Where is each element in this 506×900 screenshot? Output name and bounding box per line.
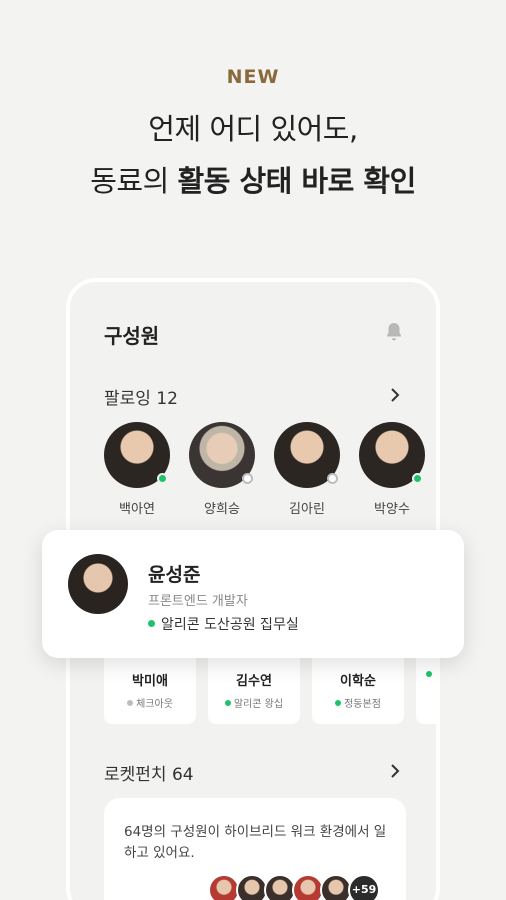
member-name: 김수연: [236, 674, 272, 689]
screen-title: 구성원: [104, 324, 160, 348]
status-dot: [426, 671, 432, 677]
member-tile[interactable]: [416, 652, 436, 724]
online-status-dot: [412, 473, 423, 484]
person-name: 김아린: [289, 502, 325, 517]
following-list: 백아연 양희승 김아린 박양수: [104, 422, 434, 522]
online-status-dot: [157, 473, 168, 484]
member-status: 체크아웃: [104, 695, 196, 710]
online-status-dot: [148, 620, 155, 627]
avatar: [189, 422, 255, 488]
member-tile[interactable]: 김수연 알리콘 왕십: [208, 652, 300, 724]
member-status-text: 체크아웃: [136, 699, 173, 710]
member-name: 박미애: [132, 674, 168, 689]
avatar: [68, 554, 128, 614]
member-status-text: 정동본점: [344, 699, 381, 710]
member-name: 이학순: [340, 674, 376, 689]
avatar-stack: +59: [208, 874, 408, 900]
chevron-right-icon[interactable]: [386, 386, 404, 404]
status-dot: [335, 700, 342, 706]
member-tiles: 박미애 체크아웃 김수연 알리콘 왕십 이학순 정동본점: [104, 652, 436, 726]
hero-headline-line2: 동료의 활동 상태 바로 확인: [0, 158, 506, 200]
following-person[interactable]: 박양수: [359, 422, 425, 517]
avatar: [274, 422, 340, 488]
offline-status-dot: [242, 473, 253, 484]
profile-name: 윤성준: [148, 564, 201, 586]
following-section-title[interactable]: 팔로잉 12: [104, 384, 178, 409]
member-tile[interactable]: 이학순 정동본점: [312, 652, 404, 724]
avatar: [359, 422, 425, 488]
avatar: [104, 422, 170, 488]
person-name: 박양수: [374, 502, 410, 517]
member-status-text: 알리콘 왕십: [233, 699, 284, 710]
profile-location: 알리콘 도산공원 집무실: [148, 614, 299, 634]
hybrid-work-description: 64명의 구성원이 하이브리드 워크 환경에서 일하고 있어요.: [124, 824, 387, 861]
status-dot: [224, 700, 231, 706]
bell-icon[interactable]: [382, 320, 406, 344]
person-name: 양희승: [204, 502, 240, 517]
profile-location-text: 알리콘 도산공원 집무실: [161, 617, 299, 633]
hero-headline-prefix: 동료의: [90, 164, 178, 198]
hybrid-work-card[interactable]: 64명의 구성원이 하이브리드 워크 환경에서 일하고 있어요. +59: [104, 798, 406, 900]
following-person[interactable]: 백아연: [104, 422, 170, 517]
hero-headline-line1: 언제 어디 있어도,: [148, 112, 358, 146]
rocketpunch-section-title[interactable]: 로켓펀치 64: [104, 760, 194, 785]
member-status: [416, 670, 436, 681]
person-name: 백아연: [119, 502, 155, 517]
member-tile[interactable]: 박미애 체크아웃: [104, 652, 196, 724]
member-status: 정동본점: [312, 695, 404, 710]
chevron-right-icon[interactable]: [386, 762, 404, 780]
status-dot: [127, 700, 134, 706]
more-members-count: +59: [348, 874, 380, 900]
following-person[interactable]: 김아린: [274, 422, 340, 517]
hero-headline-emphasis: 활동 상태 바로 확인: [177, 164, 417, 198]
profile-role: 프론트엔드 개발자: [148, 594, 248, 609]
member-status: 알리콘 왕십: [208, 695, 300, 710]
profile-card[interactable]: 윤성준 프론트엔드 개발자 알리콘 도산공원 집무실: [42, 530, 464, 658]
following-person[interactable]: 양희승: [189, 422, 255, 517]
offline-status-dot: [327, 473, 338, 484]
new-badge: NEW: [226, 66, 280, 88]
